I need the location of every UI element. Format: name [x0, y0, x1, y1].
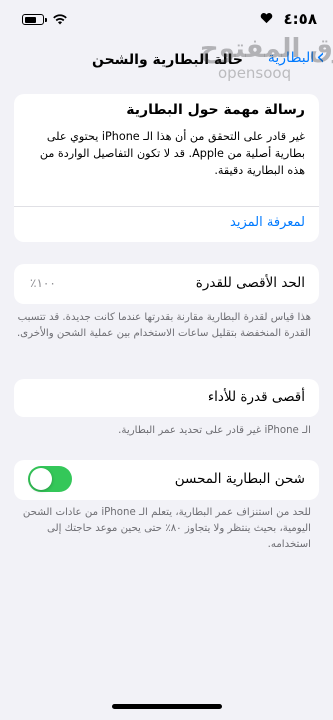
peak-performance-footnote: الـ iPhone غير قادر على تحديد عمر البطار… [118, 425, 311, 436]
max-capacity-row: الحد الأقصى للقدرة ١٠٠٪ [14, 264, 319, 304]
battery-message-card: رسالة مهمة حول البطارية غير قادر على الت… [14, 94, 319, 242]
optimized-charging-footnote: للحد من استنزاف عمر البطارية، يتعلم الـ … [22, 507, 311, 550]
optimized-charging-row: شحن البطارية المحسن [14, 460, 319, 500]
watermark-logo: السوق المفتوح [200, 34, 333, 64]
peak-performance-label: أقصى قدرة للأداء [207, 389, 305, 405]
wifi-icon [53, 14, 67, 25]
max-capacity-footnote: هذا قياس لقدرة البطارية مقارنة بقدرتها ع… [16, 312, 311, 339]
peak-performance-row: أقصى قدرة للأداء [14, 379, 319, 417]
optimized-charging-label: شحن البطارية المحسن [174, 471, 305, 487]
learn-more-link[interactable]: لمعرفة المزيد [14, 206, 319, 242]
learn-more-label: لمعرفة المزيد [230, 215, 305, 230]
home-indicator[interactable] [112, 704, 222, 709]
optimized-charging-toggle[interactable] [28, 466, 72, 492]
message-body: غير قادر على التحقق من أن هذا الـ iPhone… [39, 130, 305, 177]
max-capacity-label: الحد الأقصى للقدرة [195, 275, 305, 291]
toggle-knob [30, 468, 52, 490]
battery-icon [22, 14, 47, 25]
message-title: رسالة مهمة حول البطارية [126, 102, 305, 118]
max-capacity-value: ١٠٠٪ [30, 276, 56, 290]
clock: ٤:٥٨ [283, 10, 317, 28]
watermark-subtext: opensooq [218, 64, 292, 82]
heart-icon [260, 13, 273, 24]
